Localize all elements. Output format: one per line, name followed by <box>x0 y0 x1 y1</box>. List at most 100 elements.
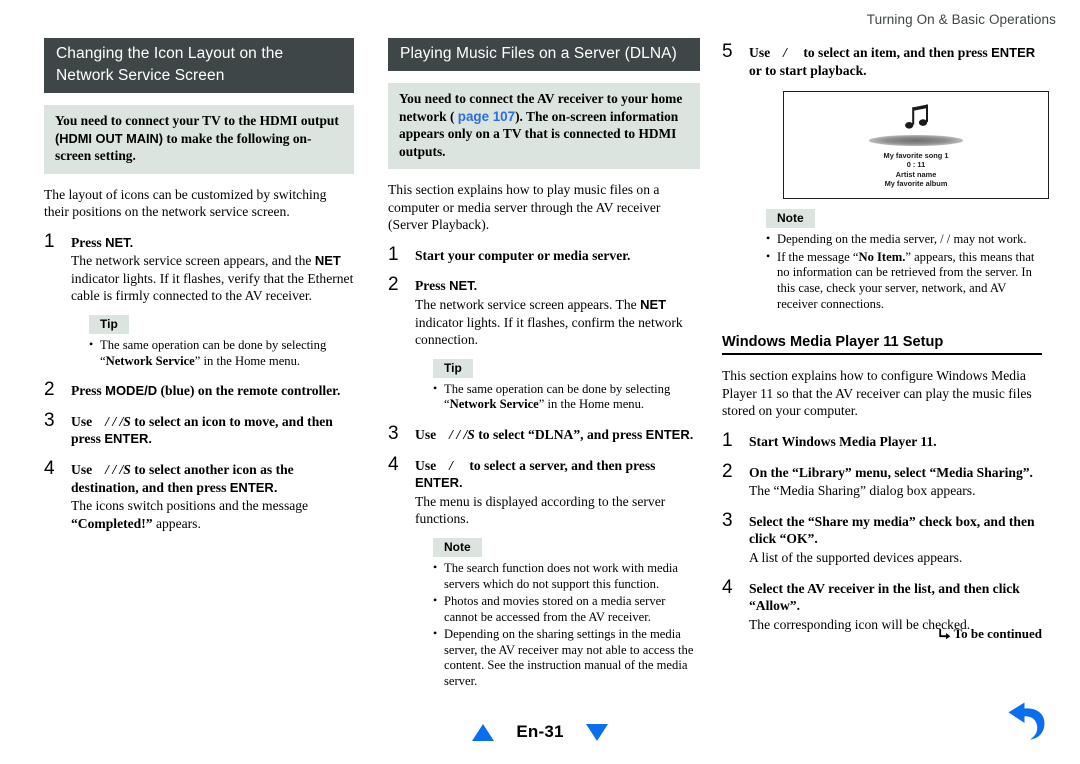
right-step-1: 1 Start Windows Media Player 11. <box>722 430 1042 451</box>
step-number: 4 <box>722 576 733 598</box>
continued-label: To be continued <box>953 626 1042 641</box>
step-heading: Select the “Share my media” check box, a… <box>749 513 1035 547</box>
step-detail: The network service screen appears, and … <box>71 252 354 305</box>
track-artist: Artist name <box>895 169 937 179</box>
step-heading-use: Use <box>749 45 771 60</box>
step-heading: Press MODE/D (blue) on the remote contro… <box>71 382 354 400</box>
step-heading: Use / / /S to select another icon as the … <box>71 461 354 496</box>
return-arrow-icon[interactable] <box>1004 702 1050 744</box>
step-detail: The network service screen appears. The … <box>415 296 700 349</box>
to-be-continued: To be continued <box>938 626 1042 642</box>
step-number: 2 <box>44 379 55 401</box>
triangle-down-icon[interactable] <box>585 723 608 741</box>
step-detail: A list of the supported devices appears. <box>749 549 963 565</box>
left-tip-block: Tip The same operation can be done by se… <box>89 315 354 369</box>
note-bullet-list: The search function does not work with m… <box>433 560 700 690</box>
step-heading-key: ENTER. <box>229 479 278 495</box>
triangle-up-icon[interactable] <box>472 723 495 741</box>
step-heading-text: to select an item, and then press <box>799 45 992 60</box>
bullet-post: ” in the Home menu. <box>538 397 645 412</box>
left-column: Changing the Icon Layout on the Network … <box>44 38 354 532</box>
mid-intro-paragraph: This section explains how to play music … <box>388 182 661 233</box>
step-heading-key: ENTER <box>991 45 1036 60</box>
step-detail-part1: The network service screen appears. The <box>415 296 641 312</box>
step-heading-text: Press <box>415 278 450 294</box>
mid-note-block: Note The search function does not work w… <box>433 537 700 690</box>
tv-screen-illustration: My favorite song 1 0 : 11 Artist name My… <box>783 91 1049 200</box>
track-time: 0 : 11 <box>906 160 926 170</box>
step-number: 3 <box>722 509 733 531</box>
callout-text-before: You need to connect your TV to the HDMI … <box>55 113 339 128</box>
step-heading: On the “Library” menu, select “Media Sha… <box>749 464 1033 480</box>
step-number: 2 <box>722 460 733 482</box>
section-title-icon-layout: Changing the Icon Layout on the Network … <box>44 38 354 93</box>
step-detail-part1: The network service screen appears, and … <box>71 253 315 269</box>
bullet-pre: Photos and movies stored on a media serv… <box>444 594 666 624</box>
bullet-post: ” in the Home menu. <box>194 353 301 368</box>
note-bullet-list: Depending on the media server, / / may n… <box>766 231 1042 312</box>
mid-step-1: 1 Start your computer or media server. <box>388 244 700 265</box>
mid-step-2: 2 Press NET. The network service screen … <box>388 274 700 413</box>
step-detail: The icons switch positions and the messa… <box>71 497 354 532</box>
list-item: The search function does not work with m… <box>433 560 700 592</box>
running-head: Turning On & Basic Operations <box>866 12 1056 27</box>
bullet-pre: If the message “ <box>777 249 859 264</box>
step-heading-text: Press <box>71 383 106 399</box>
track-title: My favorite song 1 <box>883 150 949 160</box>
step-heading-key: ENTER. <box>415 475 463 491</box>
tip-tag: Tip <box>433 358 473 378</box>
left-step-3: 3 Use / / /S to select an icon to move, a… <box>44 409 354 448</box>
step-heading-text: to select “DLNA”, and press <box>474 426 646 442</box>
mid-step-3: 3 Use / / /S to select “DLNA”, and press … <box>388 423 700 444</box>
left-step-2: 2 Press MODE/D (blue) on the remote cont… <box>44 379 354 401</box>
callout-network-requirement: You need to connect the AV receiver to y… <box>388 83 700 169</box>
step-heading-key: MODE/D <box>105 383 158 399</box>
right-step-3: 3 Select the “Share my media” check box,… <box>722 509 1042 567</box>
note-tag: Note <box>433 537 482 557</box>
track-info: My favorite song 1 0 : 11 Artist name My… <box>884 151 949 189</box>
step-heading-keys: / / /S <box>449 426 475 442</box>
step-heading-text: to select a server, and then press <box>465 457 656 473</box>
step-number: 3 <box>44 409 55 431</box>
step-number: 4 <box>388 453 399 475</box>
left-step-4: 4 Use / / /S to select another icon as th… <box>44 458 354 532</box>
mid-step-4: 4 Use / to select a server, and then pres… <box>388 453 700 690</box>
tip-bullet-list: The same operation can be done by select… <box>433 381 700 413</box>
step-number: 4 <box>44 458 55 480</box>
step-heading-keys: / <box>449 457 453 473</box>
right-step-5: 5 Use / to select an item, and then press… <box>722 41 1049 312</box>
step-heading: Select the AV receiver in the list, and … <box>749 580 1020 614</box>
tip-bullet-list: The same operation can be done by select… <box>89 337 354 369</box>
track-album: My favorite album <box>884 179 948 189</box>
step-heading-keys: / <box>783 45 787 60</box>
step-heading-tail: (blue) on the remote controller. <box>157 383 341 399</box>
step-number: 2 <box>388 274 399 296</box>
mid-tip-block: Tip The same operation can be done by se… <box>433 358 700 413</box>
step-number: 5 <box>722 41 733 62</box>
step-heading-keys: / / /S <box>105 413 131 429</box>
tip-tag: Tip <box>89 315 129 335</box>
step-detail-part1: The icons switch positions and the messa… <box>71 498 309 514</box>
step-heading-key: ENTER. <box>645 426 694 442</box>
step-heading-key: NET. <box>105 234 134 250</box>
disc-shadow-ellipse <box>869 134 963 146</box>
music-note-icon <box>905 104 928 129</box>
right-step-2: 2 On the “Library” menu, select “Media S… <box>722 460 1042 500</box>
subsection-title-wmp11: Windows Media Player 11 Setup <box>722 334 1042 356</box>
callout-hdmi-requirement: You need to connect your TV to the HDMI … <box>44 105 354 174</box>
step-detail: The “Media Sharing” dialog box appears. <box>749 483 976 499</box>
step-heading: Use / to select a server, and then press … <box>415 457 700 492</box>
page-footer: En-31 <box>0 722 1080 742</box>
manual-page: Turning On & Basic Operations Changing t… <box>0 0 1080 764</box>
list-item: Depending on the sharing settings in the… <box>433 626 700 689</box>
step-detail-part2: indicator lights. If it flashes, verify … <box>71 270 354 304</box>
step-detail-emphasis: NET <box>640 296 667 312</box>
step-heading-use: Use <box>415 426 437 442</box>
right-intro-paragraph: This section explains how to configure W… <box>722 368 1032 419</box>
continued-arrow-icon <box>938 628 951 639</box>
page-reference-link[interactable]: page 107 <box>458 109 515 124</box>
bullet-pre: Depending on the sharing settings in the… <box>444 627 694 689</box>
page-number: En-31 <box>516 722 564 741</box>
step-heading-use: Use <box>71 462 93 478</box>
list-item: Depending on the media server, / / may n… <box>766 231 1042 248</box>
